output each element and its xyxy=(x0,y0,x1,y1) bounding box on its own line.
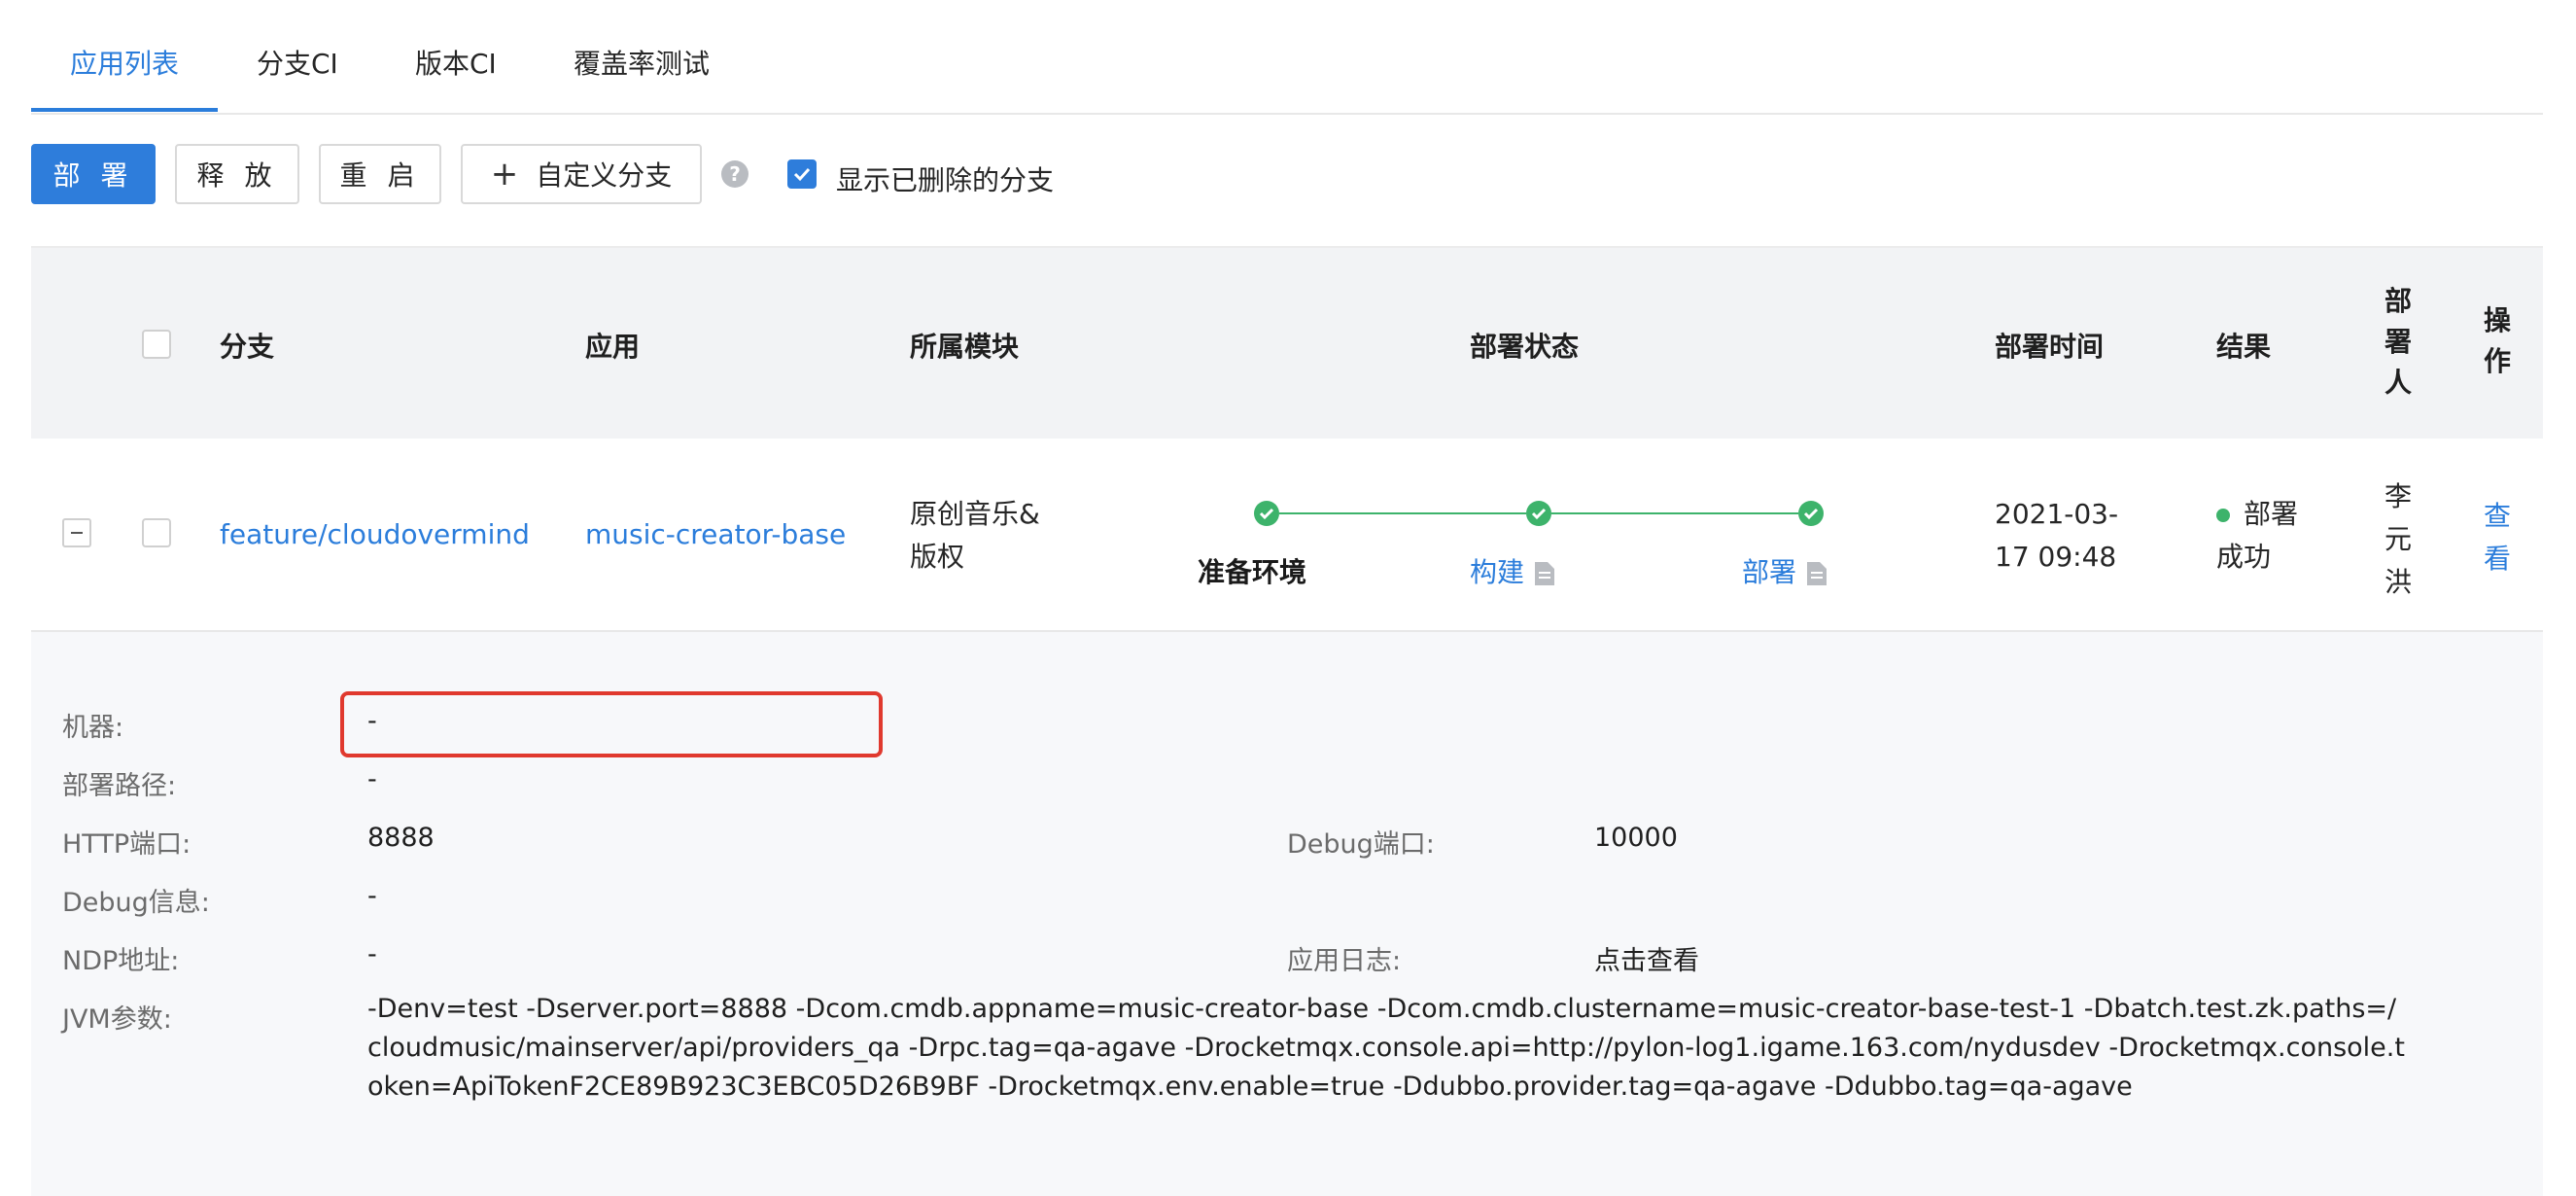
help-icon[interactable]: ? xyxy=(721,160,748,188)
col-module: 所属模块 xyxy=(910,331,1020,363)
step-connector xyxy=(1279,512,1526,514)
row-checkbox[interactable] xyxy=(142,518,171,547)
debug-info-label: Debug信息: xyxy=(62,888,210,918)
step-prepare-env: 准备环境 xyxy=(1198,556,1307,588)
col-operations: 操 作 xyxy=(2483,304,2511,377)
release-button[interactable]: 释 放 xyxy=(175,144,299,204)
http-port-value: 8888 xyxy=(367,823,435,853)
ndp-address-value: - xyxy=(367,939,377,969)
status-dot xyxy=(2216,509,2230,522)
module-cell: 原创音乐& 版权 xyxy=(910,498,1040,573)
highlight-annotation xyxy=(340,691,883,757)
tab-coverage-test[interactable]: 覆盖率测试 xyxy=(574,43,710,82)
custom-branch-label: 自定义分支 xyxy=(536,159,673,192)
custom-branch-button[interactable]: + 自定义分支 xyxy=(461,144,702,204)
log-file-icon xyxy=(1807,562,1828,585)
step-deploy[interactable]: 部署 xyxy=(1742,551,1828,590)
step-connector xyxy=(1551,512,1798,514)
restart-button[interactable]: 重 启 xyxy=(319,144,441,204)
debug-info-value: - xyxy=(367,881,377,911)
tab-branch-ci[interactable]: 分支CI xyxy=(257,43,338,82)
app-log-link[interactable]: 点击查看 xyxy=(1594,939,1699,977)
table-row: feature/cloudovermind music-creator-base… xyxy=(31,439,2543,632)
show-deleted-label: 显示已删除的分支 xyxy=(836,164,1055,196)
branch-link[interactable]: feature/cloudovermind xyxy=(220,518,530,550)
jvm-params-label: JVM参数: xyxy=(62,1004,172,1035)
select-all-checkbox[interactable] xyxy=(142,330,171,359)
machine-label: 机器: xyxy=(62,713,124,743)
jvm-params-value: -Denv=test -Dserver.port=8888 -Dcom.cmdb… xyxy=(367,994,2405,1102)
app-link[interactable]: music-creator-base xyxy=(585,518,846,550)
step-build[interactable]: 构建 xyxy=(1470,551,1555,590)
active-tab-indicator xyxy=(31,108,218,112)
tab-version-ci[interactable]: 版本CI xyxy=(415,43,497,82)
step-check-icon xyxy=(1254,501,1279,526)
table-header: 分支 应用 所属模块 部署状态 部署时间 结果 部 署 人 操 作 xyxy=(31,246,2543,442)
result-cell: 部署 成功 xyxy=(2216,498,2299,573)
tab-app-list[interactable]: 应用列表 xyxy=(70,43,179,82)
col-deploy-status: 部署状态 xyxy=(1470,331,1580,363)
plus-icon: + xyxy=(490,155,519,193)
collapse-row-button[interactable] xyxy=(62,518,91,547)
col-app: 应用 xyxy=(585,331,641,363)
deploy-button[interactable]: 部 署 xyxy=(31,144,156,204)
http-port-label: HTTP端口: xyxy=(62,829,191,860)
log-file-icon xyxy=(1535,562,1555,585)
tab-bar: 应用列表 分支CI 版本CI 覆盖率测试 xyxy=(31,0,2543,115)
step-check-icon xyxy=(1526,501,1551,526)
debug-port-label: Debug端口: xyxy=(1287,829,1435,860)
app-log-label: 应用日志: xyxy=(1287,946,1402,976)
step-check-icon xyxy=(1798,501,1824,526)
deployer-cell: 李 元 洪 xyxy=(2384,480,2412,598)
deploy-time-cell: 2021-03- 17 09:48 xyxy=(1995,498,2119,573)
debug-port-value: 10000 xyxy=(1594,823,1678,853)
col-result: 结果 xyxy=(2216,331,2272,363)
deploy-path-value: - xyxy=(367,764,377,794)
show-deleted-checkbox[interactable] xyxy=(787,159,817,189)
col-deploy-time: 部署时间 xyxy=(1995,331,2105,363)
col-deployer: 部 署 人 xyxy=(2384,285,2412,399)
col-branch: 分支 xyxy=(220,331,275,363)
view-link[interactable]: 查 看 xyxy=(2483,495,2512,580)
machine-value: - xyxy=(367,706,377,736)
ndp-address-label: NDP地址: xyxy=(62,946,180,976)
deploy-path-label: 部署路径: xyxy=(62,771,177,801)
